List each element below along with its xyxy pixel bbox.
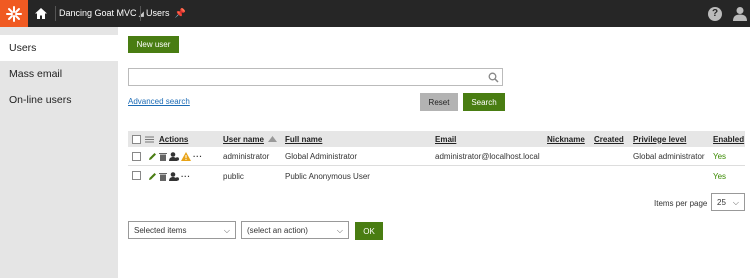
kentico-logo[interactable] <box>0 0 28 27</box>
delete-icon[interactable] <box>159 172 167 181</box>
top-bar: Dancing Goat MVC ◢ Users 📌 ? <box>0 0 750 27</box>
header-privilege[interactable]: Privilege level <box>633 131 686 147</box>
advanced-search-link[interactable]: Advanced search <box>128 97 190 106</box>
items-per-page-label: Items per page <box>654 199 708 208</box>
more-actions-icon[interactable]: ··· <box>181 172 191 181</box>
help-icon[interactable]: ? <box>708 7 722 21</box>
divider <box>55 6 56 21</box>
row-actions: ··· <box>148 148 203 165</box>
divider <box>140 6 141 21</box>
chevron-down-icon: ⌵ <box>223 226 230 235</box>
action-value: (select an action) <box>247 225 308 235</box>
reset-button[interactable]: Reset <box>420 93 458 111</box>
home-icon <box>35 8 47 19</box>
sort-ascending-icon <box>267 136 277 142</box>
cell-fullname: Global Administrator <box>285 152 358 161</box>
row-checkbox[interactable] <box>132 152 141 161</box>
cell-email: administrator@localhost.local <box>435 152 540 161</box>
search-input[interactable] <box>129 69 502 85</box>
table-header: Actions User name Full name Email Nickna… <box>128 131 745 147</box>
user-menu[interactable] <box>733 6 747 21</box>
cell-enabled: Yes <box>713 152 727 161</box>
header-nickname[interactable]: Nickname <box>547 131 585 147</box>
impersonate-icon[interactable] <box>169 152 179 161</box>
search-button[interactable]: Search <box>463 93 505 111</box>
search-field <box>128 68 503 86</box>
site-name: Dancing Goat MVC <box>59 8 137 18</box>
column-options-icon[interactable] <box>145 131 154 147</box>
sidebar: Users Mass email On-line users <box>0 27 118 278</box>
header-email[interactable]: Email <box>435 131 456 147</box>
site-selector[interactable]: Dancing Goat MVC ◢ <box>59 0 144 27</box>
delete-icon[interactable] <box>159 152 167 161</box>
sidebar-item-mass-email[interactable]: Mass email <box>0 61 118 87</box>
edit-icon[interactable] <box>148 152 157 161</box>
scope-value: Selected items <box>134 225 187 235</box>
header-created[interactable]: Created <box>594 131 624 147</box>
cell-privilege: Global administrator <box>633 152 705 161</box>
home-button[interactable] <box>30 0 52 27</box>
mass-action-select[interactable]: (select an action) ⌵ <box>241 221 349 239</box>
user-icon <box>733 7 747 21</box>
pin-icon[interactable]: 📌 <box>175 8 186 18</box>
more-actions-icon[interactable]: ··· <box>193 152 203 161</box>
warning-icon <box>181 152 191 161</box>
cell-username: public <box>223 171 244 181</box>
header-username-label: User name <box>223 134 264 144</box>
main-content: New user Advanced search Reset Search Ac… <box>118 27 750 278</box>
table-row: ··· administrator Global Administrator a… <box>128 148 745 166</box>
items-per-page-value: 25 <box>717 197 726 207</box>
chevron-down-icon: ⌵ <box>336 226 343 235</box>
sidebar-item-online-users[interactable]: On-line users <box>0 87 118 113</box>
header-actions: Actions <box>159 134 189 144</box>
new-user-button[interactable]: New user <box>128 36 179 53</box>
search-icon[interactable] <box>488 72 499 83</box>
header-fullname[interactable]: Full name <box>285 131 322 147</box>
header-username[interactable]: User name <box>223 131 277 147</box>
chevron-down-icon: ⌵ <box>732 198 739 207</box>
table-row: ··· public Public Anonymous User Yes <box>128 167 745 185</box>
logo-icon <box>6 5 22 22</box>
cell-username: administrator <box>223 152 270 161</box>
impersonate-icon[interactable] <box>169 171 179 181</box>
cell-fullname: Public Anonymous User <box>285 171 370 181</box>
items-per-page-select[interactable]: 25 ⌵ <box>711 193 745 211</box>
select-all-checkbox[interactable] <box>132 135 141 144</box>
ok-button[interactable]: OK <box>355 222 383 240</box>
row-actions: ··· <box>148 167 191 185</box>
row-checkbox[interactable] <box>132 171 141 180</box>
mass-action-scope-select[interactable]: Selected items ⌵ <box>128 221 236 239</box>
sidebar-item-users[interactable]: Users <box>0 35 118 61</box>
application-title: Users 📌 <box>146 0 186 27</box>
app-name: Users <box>146 8 170 18</box>
header-enabled[interactable]: Enabled <box>713 131 744 147</box>
edit-icon[interactable] <box>148 172 157 181</box>
cell-enabled: Yes <box>713 171 727 181</box>
